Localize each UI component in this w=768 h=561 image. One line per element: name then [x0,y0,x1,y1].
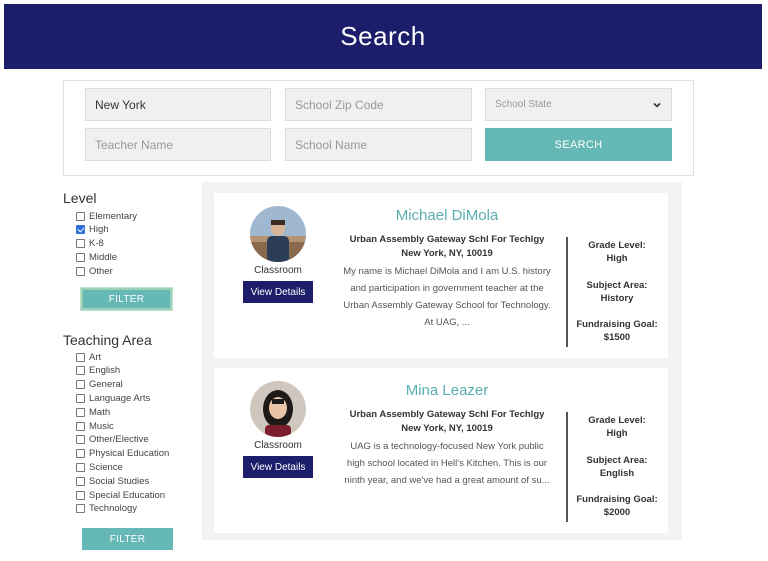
teaching-area-option[interactable]: Physical Education [76,448,169,460]
grade-level-label: Grade Level: [588,240,646,251]
subject-area-label: Subject Area: [586,280,648,291]
teaching-area-option-label: Physical Education [89,448,170,460]
teacher-avatar [250,381,306,437]
teaching-area-option[interactable]: Science [76,461,123,473]
view-details-button[interactable]: View Details [243,456,313,478]
level-option-label: K-8 [89,238,104,250]
teaching-area-option[interactable]: General [76,379,123,391]
fundraising-goal-label: Fundraising Goal: [576,319,658,330]
checkbox[interactable] [76,421,85,431]
level-option[interactable]: Middle [76,251,117,263]
teaching-area-option[interactable]: English [76,365,120,377]
checkbox[interactable] [76,490,85,500]
search-button[interactable]: SEARCH [485,128,672,161]
teaching-area-option-label: Other/Elective [89,434,149,446]
teaching-area-option[interactable]: Math [76,406,110,418]
teacher-name-link[interactable]: Mina Leazer [334,382,560,399]
page-header: Search [4,4,762,69]
grade-level-value: High [606,253,628,264]
page-title: Search [340,21,426,51]
school-location: New York, NY, 10019 [401,248,493,259]
view-details-button[interactable]: View Details [243,281,313,303]
checkbox[interactable] [76,239,85,249]
zip-code-input[interactable]: School Zip Code [285,88,472,121]
fundraising-goal-label: Fundraising Goal: [576,494,658,505]
teaching-area-option[interactable]: Language Arts [76,392,150,404]
checkbox[interactable] [76,476,85,486]
teacher-avatar [250,206,306,262]
grade-level-value: High [606,428,628,439]
level-option[interactable]: High [76,224,109,236]
checkbox[interactable] [76,366,85,376]
checkbox[interactable] [76,225,85,235]
fundraising-goal-value: $1500 [603,332,631,343]
teaching-area-option[interactable]: Other/Elective [76,434,149,446]
teaching-area-option[interactable]: Art [76,351,101,363]
teaching-area-filter-title: Teaching Area [63,332,152,348]
level-option-label: Elementary [89,210,138,222]
grade-level-label: Grade Level: [588,415,646,426]
teacher-card: Classroom View Details Mina Leazer Urban… [214,368,668,533]
city-input[interactable]: New York [85,88,271,121]
school-name: Urban Assembly Gateway Schl For Techlgy [349,234,545,245]
teacher-name-link[interactable]: Michael DiMola [334,207,560,224]
school-state-placeholder: School State [495,99,552,110]
teaching-area-option-label: Technology [89,503,138,515]
fundraising-goal-value: $2000 [603,507,631,518]
checkbox[interactable] [76,252,85,262]
chevron-down-icon [653,102,661,108]
teacher-name-placeholder: Teacher Name [95,137,174,152]
level-option-label: High [89,224,109,236]
teaching-area-option-label: Art [89,351,102,363]
checkbox[interactable] [76,435,85,445]
level-option-label: Middle [89,251,117,263]
checkbox[interactable] [76,393,85,403]
subject-area-value: English [599,468,635,479]
teacher-description: UAG is a technology-focused New York pub… [344,441,550,486]
teacher-description: My name is Michael DiMola and I am U.S. … [343,266,551,328]
checkbox[interactable] [76,462,85,472]
school-location: New York, NY, 10019 [401,423,493,434]
teaching-area-option-label: Science [89,461,123,473]
level-option-label: Other [89,265,113,277]
teaching-area-option-label: Math [89,406,111,418]
teacher-card: Classroom View Details Michael DiMola Ur… [214,193,668,358]
city-input-value: New York [95,97,146,112]
school-name: Urban Assembly Gateway Schl For Techlgy [349,409,545,420]
checkbox[interactable] [76,504,85,514]
subject-area-value: History [600,293,634,304]
checkbox[interactable] [76,449,85,459]
classroom-label: Classroom [254,265,302,276]
teaching-area-option[interactable]: Social Studies [76,475,149,487]
teaching-area-option-label: General [89,379,123,391]
school-name-input[interactable]: School Name [285,128,472,161]
school-state-select[interactable]: School State [485,88,672,121]
checkbox[interactable] [76,352,85,362]
checkbox[interactable] [76,407,85,417]
checkbox[interactable] [76,266,85,276]
level-option[interactable]: K-8 [76,238,104,250]
teaching-area-option-label: Language Arts [89,392,151,404]
teaching-area-option[interactable]: Music [76,420,114,432]
subject-area-label: Subject Area: [586,455,648,466]
teaching-area-option-label: Special Education [89,489,166,501]
classroom-label: Classroom [254,440,302,451]
teaching-area-option-label: Music [89,420,114,432]
checkbox[interactable] [76,380,85,390]
teaching-area-option[interactable]: Special Education [76,489,165,501]
level-option[interactable]: Elementary [76,210,137,222]
teaching-area-option[interactable]: Technology [76,503,137,515]
teaching-area-option-label: English [89,365,121,377]
level-option[interactable]: Other [76,265,113,277]
zip-code-placeholder: School Zip Code [295,97,384,112]
school-name-placeholder: School Name [295,137,368,152]
teacher-name-input[interactable]: Teacher Name [85,128,271,161]
teaching-area-option-label: Social Studies [89,475,150,487]
level-filter-title: Level [63,190,97,206]
level-filter-button[interactable]: FILTER [81,288,172,310]
checkbox[interactable] [76,211,85,221]
teaching-area-filter-button[interactable]: FILTER [82,528,173,550]
